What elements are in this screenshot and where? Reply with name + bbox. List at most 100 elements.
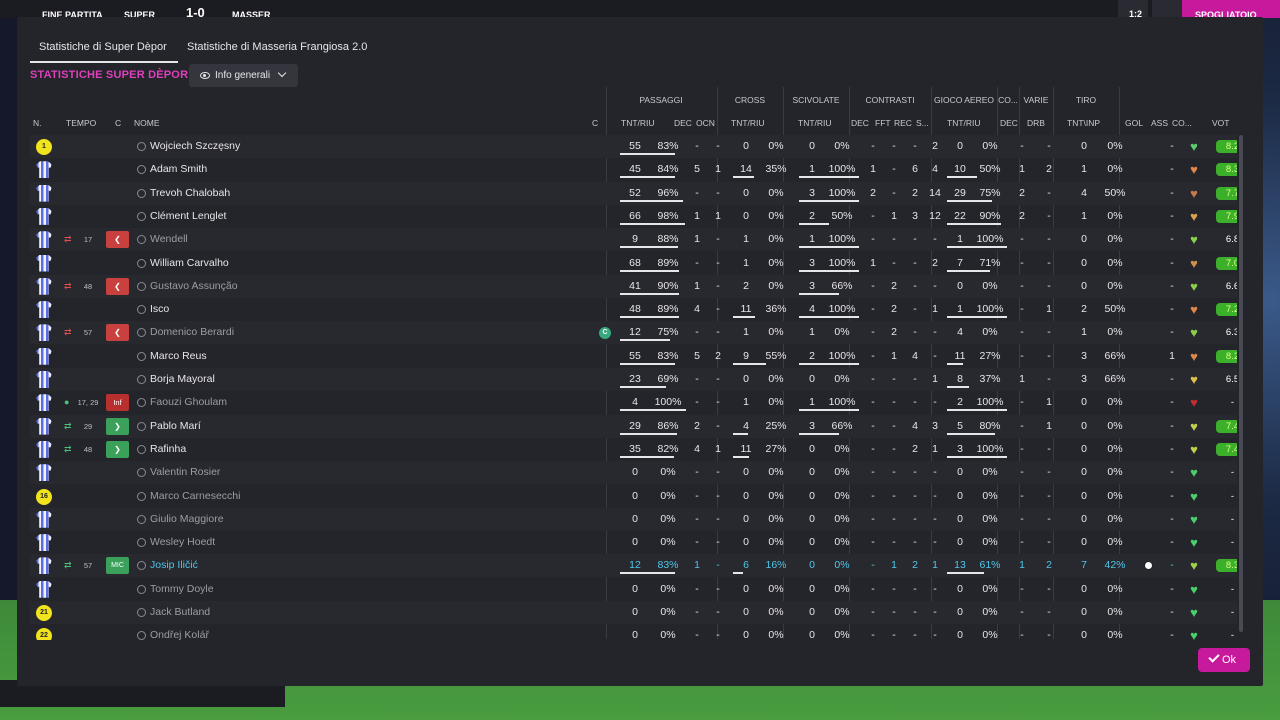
- contrasti-s: 1: [932, 559, 938, 572]
- header-pass-tnt[interactable]: TNT/RIU: [621, 118, 655, 128]
- header-c[interactable]: C: [115, 118, 121, 128]
- player-name[interactable]: Isco: [150, 298, 169, 321]
- player-name[interactable]: Wendell: [150, 228, 188, 251]
- tab-away-stats[interactable]: Statistiche di Masseria Frangiosa 2.0: [187, 35, 367, 63]
- player-name[interactable]: Clément Lenglet: [150, 205, 226, 228]
- header-con-dec[interactable]: DEC: [851, 118, 869, 128]
- table-row[interactable]: 22 Ondřej Kolář 0 0% - - 0 0% 0 0% - - - - 0 0% - - 0 0% - ♥ -: [30, 624, 1237, 640]
- player-name[interactable]: Marco Reus: [150, 345, 207, 368]
- player-name[interactable]: Wojciech Szczęsny: [150, 135, 240, 158]
- header-pass-dec[interactable]: DEC: [674, 118, 692, 128]
- player-name[interactable]: Faouzi Ghoulam: [150, 391, 227, 414]
- table-row[interactable]: ⇄ 48 ❮ Gustavo Assunção 41 90% 1-2 0% 3 66% -2- -0 0…: [30, 274, 1237, 298]
- header-tempo[interactable]: TEMPO: [66, 118, 96, 128]
- contrasti-fft: 1: [891, 349, 897, 362]
- player-name[interactable]: Jack Butland: [150, 601, 210, 624]
- player-name[interactable]: Gustavo Assunção: [150, 275, 238, 298]
- header-vot[interactable]: VOT: [1212, 118, 1229, 128]
- player-name[interactable]: Marco Carnesecchi: [150, 485, 240, 508]
- scrollbar[interactable]: [1239, 135, 1243, 632]
- player-name[interactable]: Trevoh Chalobah: [150, 182, 230, 205]
- table-row[interactable]: Borja Mayoral 23 69% - -0 0% 0 0% - - -1 8 37% 1-3 66%…: [30, 368, 1237, 391]
- player-name[interactable]: Adam Smith: [150, 158, 207, 181]
- dribbles: 1: [1046, 396, 1052, 409]
- table-row[interactable]: 1 Wojciech Szczęsny 55 83% - -0 0% 0 0% - - -2 0 0% - -…: [30, 135, 1237, 158]
- header-pass-ocn[interactable]: OCN: [696, 118, 715, 128]
- table-row[interactable]: Giulio Maggiore 0 0% - - 0 0% 0 0% - - - - 0 0% - - 0 0% - ♥…: [30, 507, 1237, 531]
- table-row[interactable]: ⇄ 57 ❮ Domenico Berardi C 12 75% - -1 0% 1 0% -2- -4 0…: [30, 321, 1237, 345]
- player-name[interactable]: Pablo Marí: [150, 415, 201, 438]
- chevron-down-icon[interactable]: [1152, 0, 1182, 18]
- dribbles: -: [1047, 140, 1051, 152]
- table-row[interactable]: ⇄ 57 MIC Josip Iličić 12 83% 1-6 16% 0 0% -1 2 1 13 61…: [30, 554, 1237, 578]
- shots-ratio: 0%: [1107, 140, 1123, 152]
- table-row[interactable]: Marco Reus 55 83% 5 2 9 55% 2 100% -1 4-11 27% - -3 66…: [30, 345, 1237, 368]
- header-con-s[interactable]: S...: [916, 118, 929, 128]
- table-row[interactable]: Wesley Hoedt 0 0% - - 0 0% 0 0% - - - - 0 0% - - 0 0% - ♥ -: [30, 531, 1237, 554]
- player-name[interactable]: Domenico Berardi: [150, 321, 234, 344]
- contrasti-rec: 3: [912, 209, 918, 222]
- header-con-fft[interactable]: FFT: [875, 118, 891, 128]
- header-tiro-tnt[interactable]: TNT\INP: [1067, 118, 1100, 128]
- header-number[interactable]: N.: [33, 118, 42, 128]
- header-co-dec[interactable]: DEC: [1000, 118, 1018, 128]
- table-row[interactable]: Isco 48 89% 4-11 36% 4 100% -2-1 1 100% -1 2 50% - ♥ 7.…: [30, 298, 1237, 321]
- table-row[interactable]: Trevoh Chalobah 52 96% - -0 0% 3 100% 2-2 14 29 75%…: [30, 181, 1237, 205]
- player-name[interactable]: Ondřej Kolář: [150, 624, 209, 640]
- header-co2[interactable]: CO...: [1172, 118, 1192, 128]
- player-name[interactable]: Wesley Hoedt: [150, 531, 215, 554]
- view-dropdown[interactable]: Info generali: [189, 64, 298, 87]
- table-row[interactable]: 16 Marco Carnesecchi 0 0% - - 0 0% 0 0% - - - - 0 0% - - 0…: [30, 485, 1237, 508]
- tackle-attempted: 0: [809, 629, 815, 640]
- shots-attempted: 2: [1081, 303, 1087, 316]
- sub-in-icon: ⇄: [64, 560, 72, 571]
- table-row[interactable]: Tommy Doyle 0 0% - - 0 0% 0 0% - - - - 0 0% - - 0 0% - ♥ -: [30, 578, 1237, 601]
- player-name[interactable]: Giulio Maggiore: [150, 508, 224, 531]
- dressing-room-button[interactable]: SPOGLIATOIO: [1182, 0, 1280, 20]
- header-aereo-tnt[interactable]: TNT/RIU: [947, 118, 981, 128]
- player-name[interactable]: Rafinha: [150, 438, 186, 461]
- table-row[interactable]: ⇄ 29 ❯ Pablo Marí 29 86% 2-4 25% 3 66% - -4 3 5 80% -1 0…: [30, 414, 1237, 438]
- table-row[interactable]: ⇄ 17 ❮ Wendell 9 88% 1-1 0% 1 100% - - - -1 100% - -0 0% -…: [30, 228, 1237, 252]
- pass-attempted: 0: [632, 629, 638, 640]
- pass-ratio: 0%: [660, 582, 676, 595]
- cross-bar: [733, 316, 755, 319]
- header-sciv-tnt[interactable]: TNT/RIU: [798, 118, 832, 128]
- header-c2[interactable]: C: [592, 118, 598, 128]
- kit-icon: [36, 417, 52, 435]
- group-contrasti: CONTRASTI: [865, 95, 915, 105]
- shots-ratio: 0%: [1107, 233, 1123, 246]
- cross-ratio: 0%: [768, 256, 784, 269]
- player-name[interactable]: Josip Iličić: [150, 554, 198, 577]
- table-row[interactable]: Valentin Rosier 0 0% - - 0 0% 0 0% - - - - 0 0% - - 0 0% - ♥…: [30, 461, 1237, 485]
- contrasti-rec: -: [913, 326, 917, 339]
- header-cross-tnt[interactable]: TNT/RIU: [731, 118, 765, 128]
- cross-attempted: 1: [743, 396, 749, 409]
- contrasti-fft: -: [892, 442, 896, 455]
- table-row[interactable]: 21 Jack Butland 0 0% - - 0 0% 0 0% - - - - 0 0% - - 0 0% - ♥ -: [30, 601, 1237, 624]
- aerial-attempted: 0: [957, 582, 963, 595]
- aerial-ratio: 50%: [979, 163, 1001, 176]
- player-name[interactable]: Tommy Doyle: [150, 578, 214, 601]
- header-drb[interactable]: DRB: [1027, 118, 1045, 128]
- topbar-button[interactable]: 1:2: [1118, 0, 1148, 19]
- tab-home-stats[interactable]: Statistiche di Super Dèpor: [30, 35, 178, 63]
- header-gol[interactable]: GOL: [1125, 118, 1143, 128]
- contrasti-fft: -: [892, 419, 896, 432]
- aerial-ratio: 0%: [982, 606, 998, 618]
- contrasti-s: -: [933, 489, 937, 502]
- table-row[interactable]: Adam Smith 45 84% 5 1 14 35% 1 100% 1-6 4 10 50% 1 2 1 0…: [30, 158, 1237, 181]
- table-row[interactable]: Clément Lenglet 66 98% 1 1 0 0% 2 50% -1 3 12 22 90% 2…: [30, 205, 1237, 228]
- player-name[interactable]: Valentin Rosier: [150, 461, 220, 484]
- player-name[interactable]: Borja Mayoral: [150, 368, 215, 391]
- table-row[interactable]: ⇄ 48 ❯ Rafinha 35 82% 4 1 11 27% 0 0% - -2 1 3 100% - -0 0%…: [30, 438, 1237, 461]
- cross-bar: [733, 572, 743, 575]
- table-row[interactable]: William Carvalho 68 89% - -1 0% 3 100% 1- -2 7 71% -…: [30, 252, 1237, 275]
- table-row[interactable]: ● 17, 29 Inf Faouzi Ghoulam 4 100% - -1 0% 1 100% -…: [30, 391, 1237, 414]
- assists: -: [1170, 512, 1174, 525]
- player-name[interactable]: William Carvalho: [150, 252, 229, 275]
- header-con-rec[interactable]: REC: [894, 118, 912, 128]
- header-nome[interactable]: NOME: [134, 118, 160, 128]
- ok-button[interactable]: Ok: [1198, 648, 1250, 672]
- header-ass[interactable]: ASS: [1151, 118, 1168, 128]
